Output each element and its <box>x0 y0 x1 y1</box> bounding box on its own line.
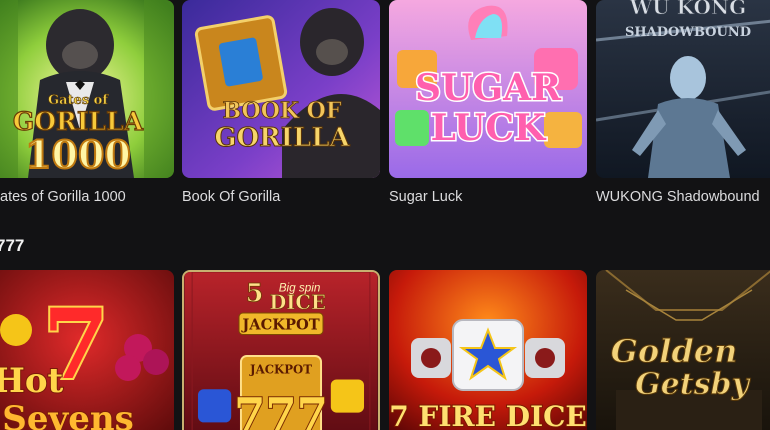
game-tile-book-of-gorilla[interactable]: BOOK OF GORILLA <box>182 0 380 178</box>
art-word-6: 777 <box>234 388 328 430</box>
hot-sevens-thumbnail: 7 Hot Sevens <box>0 270 174 430</box>
art-word-1: SUGAR <box>415 67 562 109</box>
art-word-3: 1000 <box>25 132 131 177</box>
game-tile-wukong-shadowbound[interactable]: WU KONG SHADOWBOUND <box>596 0 770 178</box>
art-word-4: JACKPOT <box>240 317 319 334</box>
game-tile-7-fire-dice[interactable]: 7 FIRE DICE <box>389 270 587 430</box>
art-word-2: Hot <box>0 361 64 401</box>
art-word-2: GORILLA <box>214 123 350 153</box>
art-word-2: SHADOWBOUND <box>625 25 751 40</box>
art-word-1: WU KONG <box>629 0 747 19</box>
game-tile-big-spin-dice-jackpot[interactable]: 5 Big spin DICE JACKPOT JACKPOT 777 <box>182 270 380 430</box>
art-word-3: Sevens <box>2 399 133 430</box>
art-word-1: BOOK OF <box>223 98 342 124</box>
art-word-2: Getsby <box>635 367 751 402</box>
art-word-3: DICE <box>269 291 325 314</box>
fire-dice-thumbnail: 7 FIRE DICE <box>389 270 587 430</box>
art-word-1: 7 FIRE DICE <box>389 400 587 430</box>
art-word-5: JACKPOT <box>249 363 312 377</box>
golden-getsby-thumbnail: Golden Getsby <box>596 270 770 430</box>
book-of-gorilla-thumbnail: BOOK OF GORILLA <box>182 0 380 178</box>
section-title-777[interactable]: 777 <box>0 236 24 256</box>
game-tile-hot-sevens[interactable]: 7 Hot Sevens <box>0 270 174 430</box>
art-word-2: LUCK <box>431 107 547 149</box>
game-tile-gates-of-gorilla[interactable]: Gates of GORILLA 1000 <box>0 0 174 178</box>
wukong-shadowbound-thumbnail: WU KONG SHADOWBOUND <box>596 0 770 178</box>
game-tile-golden-getsby[interactable]: Golden Getsby <box>596 270 770 430</box>
game-tile-sugar-luck[interactable]: SUGAR LUCK <box>389 0 587 178</box>
art-word-1: Golden <box>611 332 738 370</box>
art-word-1: Gates of <box>48 93 109 108</box>
game-title-wukong-shadowbound[interactable]: WUKONG Shadowbound <box>596 189 770 205</box>
game-title-gates-of-gorilla[interactable]: ates of Gorilla 1000 <box>0 189 176 205</box>
game-title-book-of-gorilla[interactable]: Book Of Gorilla <box>182 189 380 205</box>
gates-of-gorilla-thumbnail: Gates of GORILLA 1000 <box>0 0 174 178</box>
art-word-1: 5 <box>246 277 264 307</box>
big-spin-dice-thumbnail: 5 Big spin DICE JACKPOT JACKPOT 777 <box>184 272 378 430</box>
game-title-sugar-luck[interactable]: Sugar Luck <box>389 189 587 205</box>
sugar-luck-thumbnail: SUGAR LUCK <box>389 0 587 178</box>
